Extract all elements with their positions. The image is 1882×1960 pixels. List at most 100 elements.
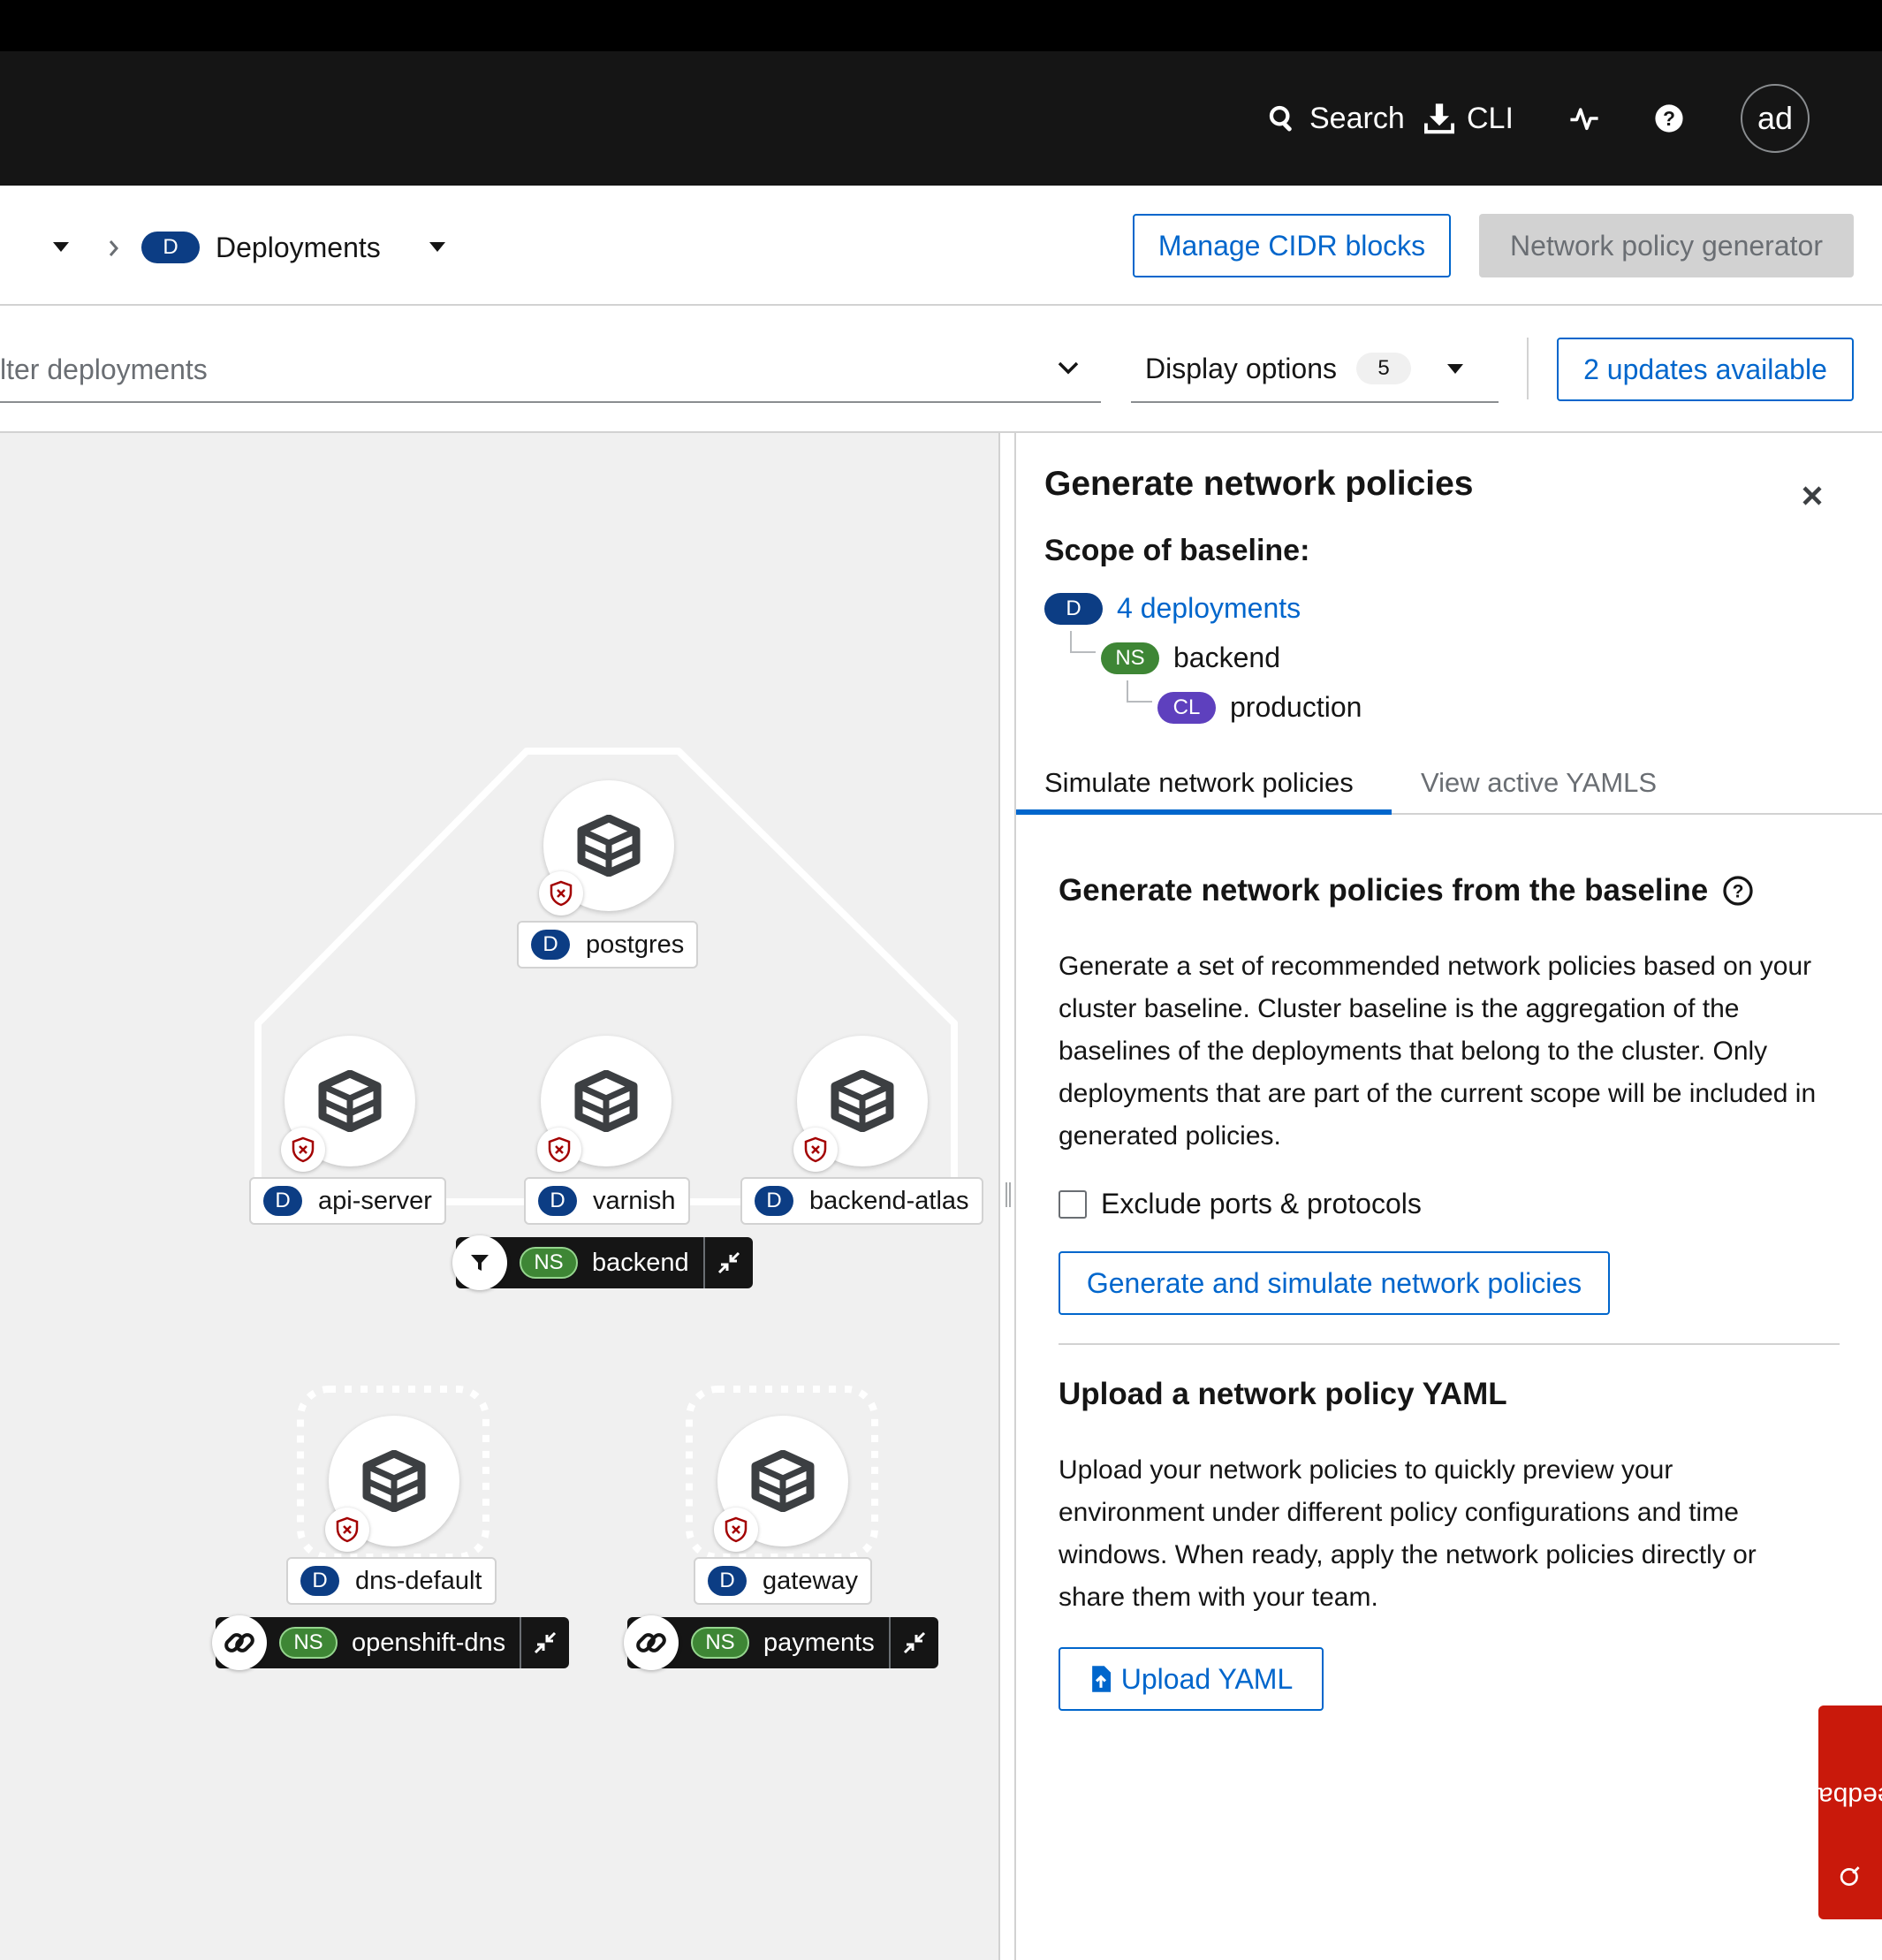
node-label-dns-default[interactable]: D dns-default xyxy=(286,1557,497,1605)
tab-view-active-yamls[interactable]: View active YAMLS xyxy=(1421,751,1657,815)
node-name: dns-default xyxy=(355,1566,482,1595)
namespace-group-payments[interactable]: NS payments xyxy=(624,1615,938,1670)
chevron-down-icon[interactable] xyxy=(53,242,69,252)
updates-available-button[interactable]: 2 updates available xyxy=(1557,338,1854,401)
node-label-postgres[interactable]: D postgres xyxy=(517,921,699,969)
collapse-icon[interactable] xyxy=(702,1237,753,1288)
node-label-gateway[interactable]: D gateway xyxy=(694,1557,873,1605)
node-name: postgres xyxy=(586,930,685,959)
active-tab-indicator xyxy=(1016,809,1392,815)
cube-icon xyxy=(577,815,641,877)
exclude-ports-checkbox-row[interactable]: Exclude ports & protocols xyxy=(1059,1188,1422,1220)
cli-button[interactable]: CLI xyxy=(1424,51,1514,186)
node-label-varnish[interactable]: D varnish xyxy=(524,1177,690,1225)
top-strip xyxy=(0,0,1882,51)
network-policy-generator-button[interactable]: Network policy generator xyxy=(1479,214,1854,277)
namespace-badge: NS xyxy=(691,1627,749,1659)
namespace-group-backend[interactable]: NS backend xyxy=(452,1235,753,1290)
deployment-badge: D xyxy=(263,1186,302,1216)
panel-title: Generate network policies xyxy=(1044,465,1474,503)
link-icon[interactable] xyxy=(212,1615,267,1670)
network-policy-generator-panel: Generate network policies Scope of basel… xyxy=(1016,433,1882,1960)
upload-heading: Upload a network policy YAML xyxy=(1059,1377,1507,1411)
chevron-down-icon[interactable] xyxy=(429,242,445,252)
cube-icon xyxy=(831,1070,894,1132)
help-icon: ? xyxy=(1655,104,1683,133)
namespace-badge: NS xyxy=(279,1627,338,1659)
exclude-ports-checkbox[interactable] xyxy=(1059,1189,1087,1219)
node-label-api-server[interactable]: D api-server xyxy=(249,1177,446,1225)
entity-type-selector[interactable]: D Deployments xyxy=(141,224,381,270)
display-options-count-badge: 5 xyxy=(1356,353,1411,384)
deployment-badge: D xyxy=(538,1186,577,1216)
file-upload-icon xyxy=(1091,1666,1111,1692)
feedback-button[interactable]: Feedback xyxy=(1792,1706,1882,1919)
policy-warning-icon xyxy=(281,1128,325,1172)
namespace-badge: NS xyxy=(1101,642,1159,674)
group-name: openshift-dns xyxy=(352,1628,506,1657)
cube-icon xyxy=(751,1450,815,1512)
node-name: api-server xyxy=(318,1186,432,1215)
scope-cluster-row: CL production xyxy=(1157,691,1362,724)
generate-and-simulate-button[interactable]: Generate and simulate network policies xyxy=(1059,1251,1610,1315)
generate-heading-row: Generate network policies from the basel… xyxy=(1059,873,1754,908)
search-button[interactable]: Search xyxy=(1267,51,1405,186)
cube-icon xyxy=(574,1070,638,1132)
namespace-group-openshift-dns[interactable]: NS openshift-dns xyxy=(212,1615,570,1670)
feedback-icon xyxy=(1840,1866,1860,1886)
manage-cidr-blocks-button[interactable]: Manage CIDR blocks xyxy=(1133,214,1451,277)
deployment-badge: D xyxy=(1044,592,1103,625)
feedback-label: Feedback xyxy=(1792,1781,1882,1811)
deployment-badge: D xyxy=(531,930,570,960)
deployment-badge: D xyxy=(708,1566,747,1596)
filter-deployments-input[interactable]: lter deployments xyxy=(0,336,1101,403)
help-circle-icon[interactable]: ? xyxy=(1722,875,1754,907)
breadcrumb-toolbar: D Deployments Manage CIDR blocks Network… xyxy=(0,186,1882,306)
upload-description: Upload your network policies to quickly … xyxy=(1059,1455,1757,1612)
namespace-name: backend xyxy=(1173,642,1280,673)
close-icon[interactable] xyxy=(1801,484,1824,507)
user-avatar[interactable]: ad xyxy=(1741,84,1810,153)
generate-description: Generate a set of recommended network po… xyxy=(1059,952,1817,1151)
link-icon[interactable] xyxy=(624,1615,679,1670)
scope-namespace-row: NS backend xyxy=(1101,642,1280,674)
help-button[interactable]: ? xyxy=(1654,51,1684,186)
search-icon xyxy=(1269,105,1292,132)
policy-warning-icon xyxy=(325,1508,369,1552)
collapse-icon[interactable] xyxy=(520,1617,569,1668)
toolbar-divider xyxy=(1527,338,1529,399)
deployments-link[interactable]: 4 deployments xyxy=(1117,592,1301,625)
scope-heading: Scope of baseline: xyxy=(1044,534,1310,567)
cube-icon xyxy=(318,1070,382,1132)
node-label-backend-atlas[interactable]: D backend-atlas xyxy=(740,1177,983,1225)
exclude-ports-label: Exclude ports & protocols xyxy=(1101,1188,1422,1219)
scope-deployments-row: D 4 deployments xyxy=(1044,592,1301,625)
policy-warning-icon xyxy=(793,1128,838,1172)
cluster-name: production xyxy=(1230,691,1362,723)
generate-heading: Generate network policies from the basel… xyxy=(1059,873,1709,908)
node-name: backend-atlas xyxy=(809,1186,969,1215)
upload-yaml-button[interactable]: Upload YAML xyxy=(1059,1647,1324,1711)
chevron-down-icon xyxy=(1447,364,1463,374)
filter-toolbar: lter deployments Display options 5 2 upd… xyxy=(0,306,1882,433)
panel-resize-handle[interactable] xyxy=(998,433,1016,1960)
chevron-down-icon[interactable] xyxy=(1057,361,1080,376)
cluster-badge: CL xyxy=(1157,691,1216,724)
chevron-right-icon xyxy=(109,240,118,256)
section-divider xyxy=(1059,1343,1840,1345)
upload-yaml-label: Upload YAML xyxy=(1120,1662,1294,1695)
network-graph-canvas[interactable]: D postgres D api-server D varnish D back… xyxy=(0,433,998,1960)
filter-icon[interactable] xyxy=(452,1235,507,1290)
policy-warning-icon xyxy=(714,1508,758,1552)
node-name: gateway xyxy=(763,1566,859,1595)
display-options-dropdown[interactable]: Display options 5 xyxy=(1131,336,1499,403)
collapse-icon[interactable] xyxy=(888,1617,938,1668)
policy-warning-icon xyxy=(539,871,583,915)
tree-connector xyxy=(1127,680,1152,703)
policy-warning-icon xyxy=(537,1128,581,1172)
group-name: backend xyxy=(592,1248,689,1277)
tab-simulate-network-policies[interactable]: Simulate network policies xyxy=(1044,751,1354,815)
node-name: varnish xyxy=(593,1186,676,1215)
display-options-label: Display options xyxy=(1145,352,1337,384)
activity-button[interactable] xyxy=(1569,51,1599,186)
